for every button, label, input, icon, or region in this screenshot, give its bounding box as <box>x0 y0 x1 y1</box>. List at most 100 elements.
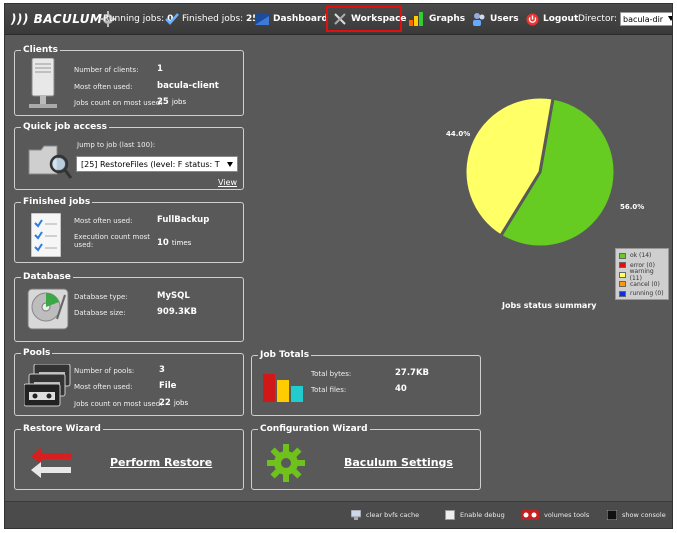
graphs-icon <box>409 12 423 26</box>
hard-disk-icon <box>27 288 69 330</box>
director-label: Director: <box>578 14 618 24</box>
nav-users[interactable]: Users <box>472 4 519 34</box>
restore-wizard-title: Restore Wizard <box>23 424 101 434</box>
footer-bar: clear bvfs cache Enable debug volumes to… <box>5 501 672 528</box>
finished-jobs-status: Finished jobs: 25 <box>165 4 259 34</box>
quick-job-title: Quick job access <box>23 122 108 132</box>
pools-most-used-value: File <box>159 381 177 391</box>
total-bytes-label: Total bytes: <box>311 370 352 378</box>
checklist-icon <box>31 213 61 257</box>
total-files-value: 40 <box>395 384 407 394</box>
exec-count-value: 10 <box>157 238 169 248</box>
finished-most-used-value: FullBackup <box>157 215 210 225</box>
nav-graphs-label: Graphs <box>429 14 466 24</box>
jobs-status-pie-chart <box>463 95 617 249</box>
app-window: ))) BACULUM Running jobs: 0 Finished job… <box>4 3 673 529</box>
clients-number-label: Number of clients: <box>74 66 139 74</box>
server-icon <box>29 58 57 108</box>
nav-workspace[interactable]: Workspace <box>333 4 407 34</box>
selected-job-value: [25] RestoreFiles (level: F status: T <box>81 159 220 169</box>
pools-jobs-count: 22 jobs <box>159 398 188 408</box>
clients-most-used-label: Most often used: <box>74 83 133 91</box>
tapes-icon <box>24 364 71 407</box>
nav-workspace-label: Workspace <box>351 14 407 24</box>
gear-icon <box>267 444 305 482</box>
legend-swatch <box>619 290 626 297</box>
logo-text: ))) BACULUM <box>11 12 103 26</box>
database-size-value: 909.3KB <box>157 307 197 317</box>
config-wizard-title: Configuration Wizard <box>260 424 368 434</box>
exec-count-unit: times <box>171 239 192 247</box>
pools-jobs-count-value: 22 <box>159 398 171 408</box>
legend-swatch <box>619 262 626 269</box>
users-icon <box>473 13 485 26</box>
pools-most-used-label: Most often used: <box>74 383 133 391</box>
show-console-label: show console <box>622 511 666 519</box>
top-bar: ))) BACULUM Running jobs: 0 Finished job… <box>5 4 672 35</box>
nav-dashboard[interactable]: Dashboard <box>255 4 328 34</box>
view-job-link[interactable]: View <box>218 178 237 187</box>
legend-swatch <box>619 281 626 288</box>
database-type-label: Database type: <box>74 293 128 301</box>
database-size-label: Database size: <box>74 309 126 317</box>
running-jobs-label: Running jobs: <box>103 14 165 24</box>
console-icon <box>607 510 617 520</box>
nav-logout[interactable]: Logout <box>526 4 578 34</box>
volumes-tools-button[interactable]: volumes tools <box>521 502 589 528</box>
database-type-value: MySQL <box>157 291 190 301</box>
pie-label-warning: 44.0% <box>446 130 471 138</box>
pie-label-ok: 56.0% <box>620 203 645 211</box>
clients-title: Clients <box>23 45 58 55</box>
chevron-down-icon <box>227 162 233 167</box>
baculum-logo[interactable]: ))) BACULUM <box>11 4 117 34</box>
perform-restore-link[interactable]: Perform Restore <box>110 456 212 469</box>
legend-swatch <box>619 271 626 278</box>
jump-to-job-label: Jump to job (last 100): <box>77 141 156 149</box>
running-jobs-status: Running jobs: 0 <box>103 4 173 34</box>
pools-jobs-unit: jobs <box>173 399 189 407</box>
legend-item-warning: warning (11) <box>619 267 665 282</box>
monitor-icon <box>351 510 361 520</box>
pools-title: Pools <box>23 348 51 358</box>
nav-users-label: Users <box>490 14 519 24</box>
job-totals-title: Job Totals <box>260 350 310 360</box>
pie-legend: ok (14) error (0) warning (11) cancel (0) ru… <box>615 248 669 300</box>
legend-label: cancel (0) <box>630 280 660 288</box>
restore-arrows-icon <box>31 448 71 478</box>
finished-jobs-label: Finished jobs: <box>182 14 244 24</box>
show-console-button[interactable]: show console <box>607 502 666 528</box>
director-value: bacula-dir <box>623 14 664 24</box>
jump-to-job-select[interactable]: [25] RestoreFiles (level: F status: T <box>76 156 238 172</box>
checkmark-icon <box>165 13 179 25</box>
bar-chart-icon <box>263 374 303 402</box>
clear-bvfs-cache-button[interactable]: clear bvfs cache <box>351 502 419 528</box>
legend-label: running (0) <box>630 290 664 298</box>
folder-search-icon <box>28 145 73 179</box>
baculum-settings-link[interactable]: Baculum Settings <box>344 456 453 469</box>
pools-jobs-count-label: Jobs count on most used: <box>74 400 163 408</box>
nav-graphs[interactable]: Graphs <box>409 4 465 34</box>
clear-bvfs-cache-label: clear bvfs cache <box>366 511 420 519</box>
pools-number-label: Number of pools: <box>74 367 135 375</box>
legend-swatch <box>619 252 626 259</box>
chevron-down-icon <box>668 16 672 21</box>
nav-dashboard-label: Dashboard <box>273 14 328 24</box>
finished-jobs-title: Finished jobs <box>23 197 91 207</box>
exec-count-label-1: Execution count most <box>74 233 151 241</box>
enable-debug-toggle[interactable]: Enable debug <box>445 502 505 528</box>
dashboard-icon <box>255 13 269 25</box>
clients-jobs-count-value: 25 <box>157 97 169 107</box>
director-select[interactable]: bacula-dir <box>620 12 672 26</box>
total-files-label: Total files: <box>311 386 347 394</box>
volumes-tools-label: volumes tools <box>544 511 590 519</box>
legend-item-running: running (0) <box>619 289 665 299</box>
checkbox-icon <box>445 510 455 520</box>
clients-most-used-value: bacula-client <box>157 81 219 91</box>
exec-count: 10 times <box>157 238 191 248</box>
legend-item-ok: ok (14) <box>619 251 665 261</box>
legend-label: warning (11) <box>629 267 654 282</box>
nav-logout-label: Logout <box>543 14 579 24</box>
tools-icon <box>334 13 346 25</box>
tape-icon <box>521 510 539 520</box>
finished-most-used-label: Most often used: <box>74 217 133 225</box>
